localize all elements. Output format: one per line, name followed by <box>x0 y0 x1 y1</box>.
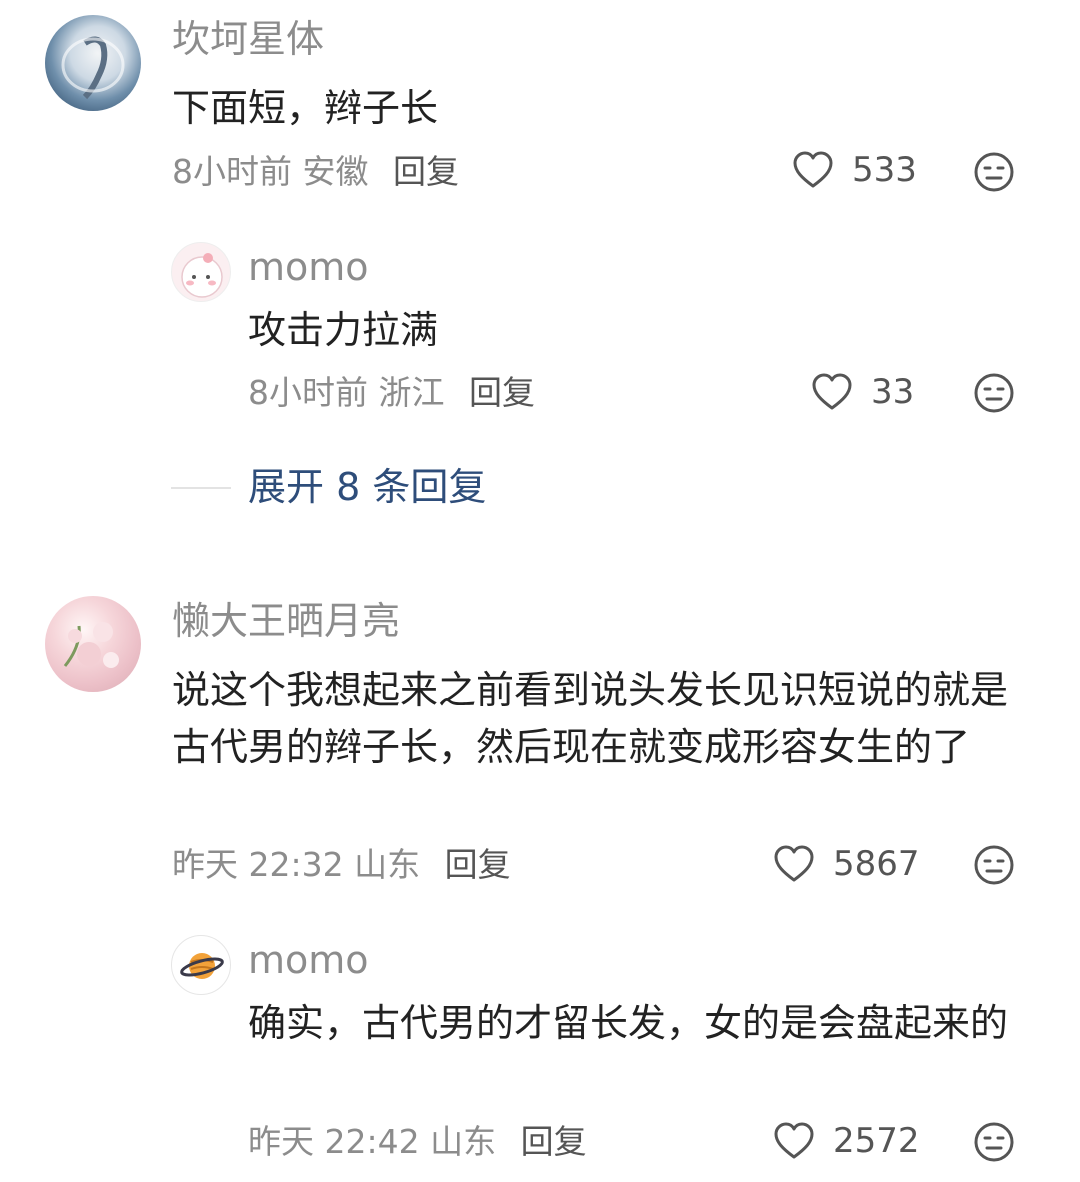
heart-outline-icon <box>812 373 852 410</box>
comment-time: 8小时前 <box>172 152 292 191</box>
like-count: 5867 <box>833 844 920 884</box>
meh-face-icon <box>974 1122 1014 1162</box>
comment-location: 山东 <box>354 845 421 884</box>
like-button[interactable]: 2572 <box>773 1122 920 1160</box>
like-count: 533 <box>852 150 917 190</box>
heart-outline-icon <box>774 845 814 882</box>
reply-text: 攻击力拉满 <box>248 308 439 352</box>
expand-divider <box>171 487 231 489</box>
reply-meta: 8小时前 浙江 回复 <box>248 376 535 409</box>
like-button[interactable]: 33 <box>811 373 914 411</box>
comment-username[interactable]: 坎坷星体 <box>172 20 324 58</box>
reply-button[interactable]: 回复 <box>445 845 511 884</box>
meh-face-icon <box>974 845 1014 885</box>
comment-text: 下面短，辫子长 <box>172 86 439 130</box>
dislike-button[interactable] <box>973 844 1015 890</box>
avatar[interactable] <box>45 15 141 111</box>
comment-meta: 昨天 22:32 山东 回复 <box>172 848 511 881</box>
expand-replies-link[interactable]: 展开 8 条回复 <box>248 468 486 506</box>
reply-button[interactable]: 回复 <box>521 1122 587 1161</box>
dislike-button[interactable] <box>973 1121 1015 1167</box>
dislike-button[interactable] <box>973 151 1015 197</box>
comment-text: 说这个我想起来之前看到说头发长见识短说的就是古代男的辫子长，然后现在就变成形容女… <box>172 668 1009 769</box>
comment-meta: 8小时前 安徽 回复 <box>172 155 459 188</box>
avatar-image <box>181 253 223 298</box>
avatar[interactable] <box>171 242 231 302</box>
reply-username[interactable]: momo <box>248 941 369 979</box>
reply-text: 确实，古代男的才留长发，女的是会盘起来的 <box>248 1001 1009 1045</box>
planet-icon <box>180 953 224 979</box>
comment-item: 坎坷星体 下面短，辫子长 8小时前 安徽 回复 533 momo 攻击力拉满 8… <box>0 0 1080 520</box>
reply-meta: 昨天 22:42 山东 回复 <box>248 1125 587 1158</box>
reply-button[interactable]: 回复 <box>393 152 459 191</box>
meh-face-icon <box>974 373 1014 413</box>
comment-username[interactable]: 懒大王晒月亮 <box>172 602 400 640</box>
comment-location: 安徽 <box>302 152 369 191</box>
avatar[interactable] <box>45 596 141 692</box>
reply-username[interactable]: momo <box>248 248 369 286</box>
reply-time: 昨天 22:42 <box>248 1122 420 1161</box>
heart-outline-icon <box>774 1122 814 1159</box>
reply-location: 浙江 <box>378 373 445 412</box>
comment-item: 懒大王晒月亮 说这个我想起来之前看到说头发长见识短说的就是古代男的辫子长，然后现… <box>0 580 1080 1180</box>
avatar-image <box>61 36 125 100</box>
avatar[interactable] <box>171 935 231 995</box>
like-button[interactable]: 5867 <box>773 845 920 883</box>
like-count: 2572 <box>833 1121 920 1161</box>
like-button[interactable]: 533 <box>792 151 917 189</box>
meh-face-icon <box>974 152 1014 192</box>
heart-outline-icon <box>793 151 833 188</box>
comment-time: 昨天 22:32 <box>172 845 344 884</box>
like-count: 33 <box>871 372 915 412</box>
avatar-image <box>63 622 119 668</box>
reply-location: 山东 <box>430 1122 497 1161</box>
reply-button[interactable]: 回复 <box>469 373 535 412</box>
dislike-button[interactable] <box>973 372 1015 418</box>
reply-time: 8小时前 <box>248 373 368 412</box>
